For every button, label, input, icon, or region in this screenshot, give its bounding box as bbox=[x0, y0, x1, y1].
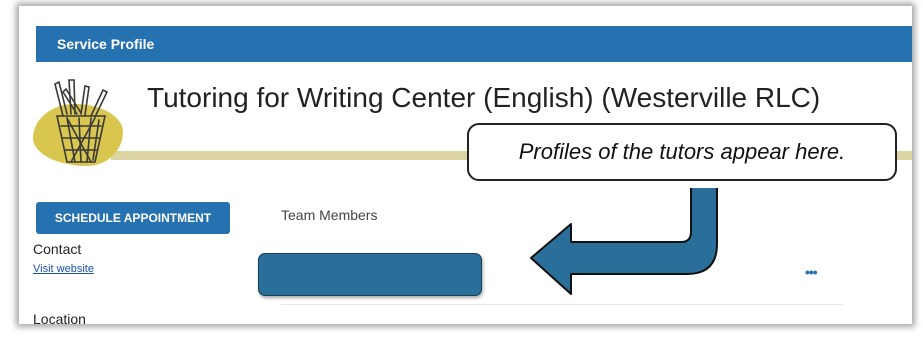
location-heading: Location bbox=[33, 311, 86, 324]
contact-heading: Contact bbox=[33, 241, 82, 257]
service-profile-header: Service Profile bbox=[36, 26, 912, 62]
pointer-arrow-icon bbox=[530, 188, 718, 295]
pencil-cup-icon bbox=[54, 79, 109, 163]
service-title: Tutoring for Writing Center (English) (W… bbox=[147, 82, 821, 113]
visit-website-link[interactable]: Visit website bbox=[33, 263, 94, 275]
annotation-callout: Profiles of the tutors appear here. bbox=[467, 123, 897, 181]
header-title: Service Profile bbox=[57, 36, 155, 52]
schedule-appointment-button[interactable]: SCHEDULE APPOINTMENT bbox=[36, 202, 230, 234]
team-row-divider bbox=[281, 304, 843, 305]
callout-text: Profiles of the tutors appear here. bbox=[518, 139, 846, 164]
more-options-icon[interactable]: ••• bbox=[805, 264, 818, 280]
team-members-heading: Team Members bbox=[281, 207, 378, 223]
service-profile-window: Service Profile Tutoring for Writing Cen… bbox=[19, 6, 912, 324]
tutor-profile-card[interactable] bbox=[258, 253, 482, 296]
